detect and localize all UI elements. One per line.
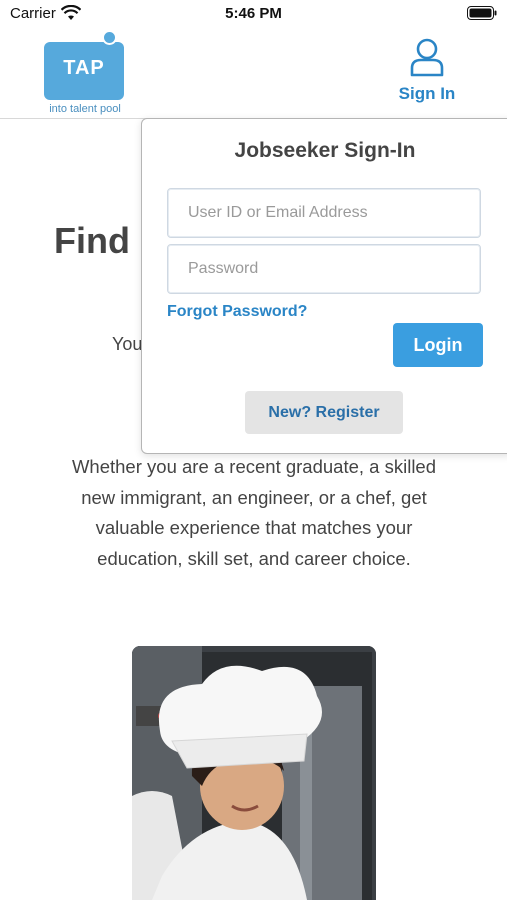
sign-in-label: Sign In xyxy=(398,84,456,103)
tap-logo[interactable]: TAP into talent pool xyxy=(42,30,128,116)
signin-popup: Jobseeker Sign-In Forgot Password? Login… xyxy=(141,118,507,454)
intro-description: Whether you are a recent graduate, a ski… xyxy=(71,456,437,569)
logo-text: TAP xyxy=(63,57,105,79)
hero-subtitle: You xyxy=(112,334,143,354)
forgot-password-link[interactable]: Forgot Password? xyxy=(167,303,307,321)
chef-photo xyxy=(132,646,376,900)
status-bar: Carrier 5:46 PM xyxy=(0,0,507,28)
logo-dot xyxy=(102,30,117,45)
clock: 5:46 PM xyxy=(225,5,282,22)
battery-icon xyxy=(467,6,497,20)
register-button[interactable]: New? Register xyxy=(245,391,403,434)
login-button[interactable]: Login xyxy=(393,323,483,367)
sign-in-link[interactable]: Sign In xyxy=(392,38,462,110)
chef-illustration xyxy=(132,646,376,900)
popup-title: Jobseeker Sign-In xyxy=(234,139,416,162)
user-id-input[interactable] xyxy=(167,188,481,238)
logo-subtitle: into talent pool xyxy=(49,103,121,115)
user-icon xyxy=(410,38,444,77)
logo-box: TAP xyxy=(44,30,124,100)
password-input[interactable] xyxy=(167,244,481,294)
hero-title: Find xyxy=(54,220,130,261)
site-header: TAP into talent pool Sign In xyxy=(0,28,507,119)
